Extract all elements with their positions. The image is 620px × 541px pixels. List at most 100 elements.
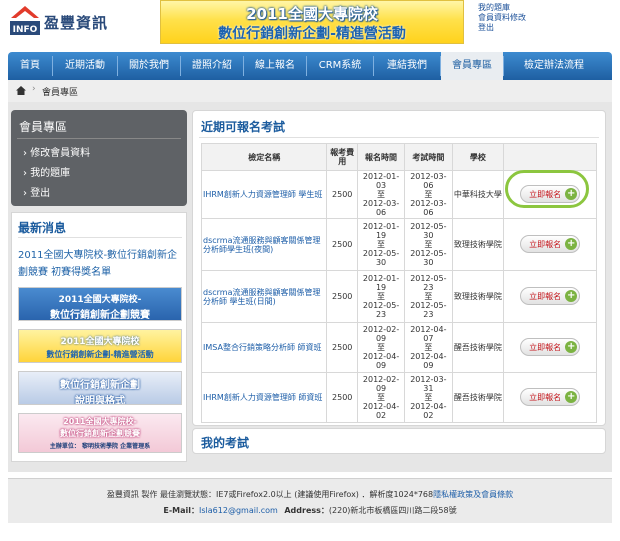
sidebar-item-logout[interactable]: › 登出: [23, 184, 50, 199]
exam-name-cell[interactable]: IHRM創新人力資源管理師 師資班: [200, 372, 328, 423]
exam-name-cell[interactable]: IHRM創新人力資源管理師 學生班: [200, 170, 328, 219]
date-line: 至: [377, 343, 386, 352]
highlight-ring: [505, 170, 589, 208]
top-link-edit-profile[interactable]: 會員資料修改: [478, 13, 526, 23]
date-line: 19: [375, 231, 387, 240]
nav-item-certificates[interactable]: 證照介紹: [181, 52, 243, 80]
column-header: [503, 143, 597, 171]
email-label: E-Mail：: [163, 506, 200, 515]
register-button-label: 立即報名: [529, 239, 562, 249]
news-banner-competition[interactable]: 2011全國大專院校- 數位行銷創新企劃競賽: [18, 287, 182, 321]
date-line: 2012-04-02: [362, 402, 400, 420]
my-exam-panel: 我的考試: [192, 428, 606, 454]
sidebar-item-question-bank[interactable]: › 我的題庫: [23, 164, 70, 179]
logo-mark-text: INFO: [13, 25, 38, 35]
register-button[interactable]: 立即報名 +: [520, 387, 581, 406]
exam-period-cell: 2012-05- 23 至 2012-05- 23: [404, 270, 453, 323]
privacy-link[interactable]: 隱私權政策及會員條款: [433, 490, 513, 499]
column-header: 學校: [451, 143, 505, 171]
nav-item-home[interactable]: 首頁: [8, 52, 52, 80]
nav-item-procedures[interactable]: 檢定辦法流程: [504, 52, 604, 80]
top-link-logout[interactable]: 登出: [478, 23, 526, 33]
date-line: 2012-05-: [410, 274, 447, 283]
register-button[interactable]: 立即報名 +: [520, 286, 581, 305]
address-text: (220)新北市板橋區四川路二段58號: [328, 506, 457, 515]
date-line: 2012-04-: [410, 352, 447, 361]
registration-period-cell: 2012-02- 09 至 2012-04- 09: [356, 322, 406, 373]
date-line: 2012-04-: [362, 352, 400, 361]
date-line: 06: [423, 208, 434, 217]
nav-item-events[interactable]: 近期活動: [53, 52, 117, 80]
plus-circle-icon: +: [565, 340, 578, 353]
school-cell: 醒吾技術學院: [451, 372, 505, 423]
banner-text: 數位行銷創新企劃競賽: [50, 310, 150, 321]
exam-period-cell: 2012-03- 06 至 2012-03- 06: [404, 170, 453, 219]
date-line: 09: [375, 334, 387, 343]
banner-text: 說明與格式: [75, 396, 125, 405]
sidebar-item-edit-profile[interactable]: › 修改會員資料: [23, 144, 90, 159]
footer-text: 盈豐資訊 製作 最佳瀏覽狀態：IE7或Firefox2.0以上 (建議使用Fir…: [106, 490, 434, 499]
news-banner-camp[interactable]: 2011全國大專院校 數位行銷創新企劃-精進營活動: [18, 329, 182, 363]
plus-circle-icon: +: [565, 237, 578, 250]
header-banner[interactable]: 2011全國大專院校 數位行銷創新企劃-精進營活動: [160, 0, 464, 44]
date-line: 07: [423, 334, 434, 343]
date-line: 2012-05-: [410, 301, 447, 310]
fee-cell: 2500: [326, 270, 358, 323]
register-button-label: 立即報名: [529, 342, 562, 352]
exam-period-cell: 2012-04- 07 至 2012-04- 09: [404, 322, 453, 373]
home-icon[interactable]: [16, 86, 26, 95]
divider: [18, 237, 182, 238]
fee-cell: 2500: [326, 218, 358, 271]
date-line: 30: [423, 258, 434, 267]
registration-period-cell: 2012-01- 19 至 2012-05-23: [356, 270, 406, 323]
sidebar-member-panel: 會員專區 › 修改會員資料 › 我的題庫 › 登出: [11, 110, 187, 206]
top-link-my-question-bank[interactable]: 我的題庫: [478, 3, 526, 13]
nav-item-crm[interactable]: CRM系統: [307, 52, 373, 80]
date-line: 2012-02-: [362, 375, 400, 384]
date-line: 23: [423, 310, 434, 319]
sidebar-item-label: 我的題庫: [30, 168, 71, 179]
nav-item-online-registration[interactable]: 線上報名: [244, 52, 306, 80]
breadcrumb-separator-icon: ›: [32, 84, 36, 94]
register-button[interactable]: 立即報名 +: [520, 337, 581, 356]
school-cell: 醒吾技術學院: [451, 322, 505, 373]
exam-name-cell[interactable]: dscrma流通服務與顧客關係管理分析師 學生班(日間): [200, 270, 328, 323]
divider: [17, 138, 181, 139]
exam-name-cell[interactable]: dscrma流通服務與顧客關係管理分析師學生班(夜間): [200, 218, 328, 271]
date-line: 至: [424, 343, 433, 352]
sidebar-news-panel: 最新消息 2011全國大專院校-數位行銷創新企劃競賽 初賽得獎名單 2011全國…: [11, 212, 187, 462]
date-line: 06: [375, 208, 387, 217]
banner-text: 數位行銷創新企劃競賽: [60, 429, 140, 438]
site-logo[interactable]: INFO 盈豐資訊: [8, 4, 128, 42]
column-header: 考試時間: [404, 143, 453, 171]
nav-item-links[interactable]: 連結我們: [374, 52, 440, 80]
footer-line: E-Mail：Isla612@gmail.com Address：(220)新北…: [8, 505, 612, 516]
news-link[interactable]: 2011全國大專院校-數位行銷創新企劃競賽 初賽得獎名單: [18, 247, 183, 281]
date-line: 2012-05-23: [362, 301, 400, 319]
date-line: 09: [423, 361, 434, 370]
email-link[interactable]: Isla612@gmail.com: [199, 506, 278, 515]
plus-circle-icon: +: [565, 390, 578, 403]
news-banner-organizer[interactable]: 2011全國大專院校- 數位行銷創新企劃競賽 主辦單位： 黎明技術學院 企業管理…: [18, 413, 182, 453]
date-line: 19: [375, 283, 387, 292]
main-nav: 首頁 近期活動 關於我們 證照介紹 線上報名 CRM系統 連結我們 會員專區 檢…: [8, 52, 612, 80]
date-line: 2012-04-: [410, 325, 447, 334]
register-button[interactable]: 立即報名 +: [520, 234, 581, 253]
school-cell: 中華科技大學: [451, 170, 505, 219]
date-line: 2012-02-: [362, 325, 400, 334]
date-line: 09: [375, 384, 387, 393]
date-line: 2012-01-: [362, 172, 400, 181]
exam-name-cell[interactable]: IMSA整合行銷策略分析師 師資班: [200, 322, 328, 373]
section-title: 近期可報名考試: [201, 120, 286, 134]
date-line: 2012-03-: [362, 199, 400, 208]
nav-item-member-area[interactable]: 會員專區: [441, 52, 503, 80]
registration-period-cell: 2012-02- 09 至 2012-04-02: [356, 372, 406, 423]
logo-mark-icon: INFO: [10, 6, 40, 35]
news-banner-guidelines[interactable]: 數位行銷創新企劃 說明與格式: [18, 371, 182, 405]
column-header: 檢定名稱: [200, 143, 328, 171]
exam-period-cell: 2012-05- 30 至 2012-05- 30: [404, 218, 453, 271]
column-header: 報考費用: [326, 143, 358, 171]
nav-item-about[interactable]: 關於我們: [118, 52, 180, 80]
banner-text: 數位行銷創新企劃: [60, 380, 140, 391]
date-line: 至: [377, 393, 386, 402]
